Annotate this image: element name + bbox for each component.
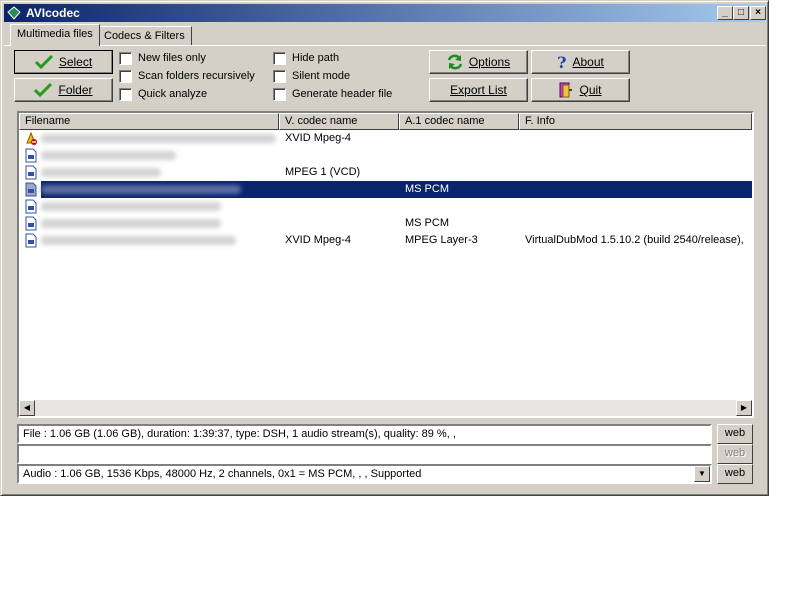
quit-label: Quit — [579, 83, 602, 97]
column-header-filename[interactable]: Filename — [19, 113, 279, 130]
column-header-info[interactable]: F. Info — [519, 113, 752, 130]
column-header-vcodec[interactable]: V. codec name — [279, 113, 399, 130]
minimize-button[interactable]: _ — [717, 6, 733, 20]
tab-multimedia-files[interactable]: Multimedia files — [10, 24, 100, 46]
blurred-filename — [41, 134, 276, 143]
list-body: XVID Mpeg-4 MPEG 1 (VCD) MS PCM MS PCM X… — [19, 130, 752, 400]
checkbox-box[interactable] — [119, 69, 132, 83]
list-header: Filename V. codec name A.1 codec name F.… — [19, 113, 752, 130]
horizontal-scrollbar[interactable]: ◀ ▶ — [19, 400, 752, 416]
checkbox-box[interactable] — [119, 87, 132, 101]
options-label: Options — [468, 55, 511, 69]
table-row[interactable]: MS PCM — [19, 215, 752, 232]
video-file-icon — [25, 148, 37, 163]
file-info-field[interactable]: File : 1.06 GB (1.06 GB), duration: 1:39… — [17, 424, 712, 444]
checkbox-quick-analyze[interactable]: Quick analyze — [119, 86, 207, 102]
audio-web-button[interactable]: web — [717, 464, 753, 484]
blurred-filename — [41, 219, 221, 228]
video-file-icon — [25, 165, 37, 180]
maximize-button[interactable]: □ — [733, 6, 749, 20]
scroll-left-icon[interactable]: ◀ — [19, 400, 35, 416]
checkbox-hide-path[interactable]: Hide path — [273, 50, 339, 66]
help-icon: ? — [557, 52, 567, 72]
video-file-icon — [25, 216, 37, 231]
vcodec-cell: XVID Mpeg-4 — [285, 132, 352, 144]
checkbox-label: Silent mode — [292, 70, 351, 82]
acodec-cell: MS PCM — [405, 183, 449, 195]
audio-info-text: Audio : 1.06 GB, 1536 Kbps, 48000 Hz, 2 … — [23, 468, 422, 480]
vcodec-cell: XVID Mpeg-4 — [285, 234, 352, 246]
about-label: About — [572, 55, 604, 69]
video-file-icon — [25, 199, 37, 214]
checkbox-box[interactable] — [119, 51, 132, 65]
column-header-acodec[interactable]: A.1 codec name — [399, 113, 519, 130]
video-file-icon — [25, 182, 37, 197]
export-label: Export List — [450, 83, 507, 97]
exit-door-icon — [559, 82, 573, 98]
blurred-filename — [41, 151, 176, 160]
acodec-cell: MS PCM — [405, 217, 449, 229]
blurred-filename — [41, 168, 161, 177]
app-icon — [7, 6, 21, 20]
video-info-field[interactable] — [17, 444, 712, 464]
tab-panel-border — [4, 45, 766, 46]
scroll-right-icon[interactable]: ▶ — [736, 400, 752, 416]
about-button[interactable]: ? About — [531, 50, 630, 74]
file-web-button[interactable]: web — [717, 424, 753, 444]
app-window: AVIcodec _ □ × Multimedia files Codecs &… — [0, 0, 769, 496]
checkbox-box[interactable] — [273, 87, 286, 101]
blurred-filename — [41, 202, 221, 211]
checkbox-label: Scan folders recursively — [138, 70, 255, 82]
checkbox-box[interactable] — [273, 69, 286, 83]
table-row[interactable] — [19, 147, 752, 164]
checkbox-box[interactable] — [273, 51, 286, 65]
folder-button[interactable]: Folder — [14, 78, 113, 102]
file-list[interactable]: Filename V. codec name A.1 codec name F.… — [17, 111, 754, 418]
table-row[interactable] — [19, 198, 752, 215]
checkbox-silent-mode[interactable]: Silent mode — [273, 68, 350, 84]
table-row-selected[interactable]: MS PCM — [19, 181, 752, 198]
close-button[interactable]: × — [750, 6, 766, 20]
table-row[interactable]: MPEG 1 (VCD) — [19, 164, 752, 181]
chevron-down-icon[interactable]: ▼ — [694, 466, 710, 482]
vcodec-cell: MPEG 1 (VCD) — [285, 166, 361, 178]
checkbox-label: New files only — [138, 52, 206, 64]
quit-button[interactable]: Quit — [531, 78, 630, 102]
checkbox-scan-recursively[interactable]: Scan folders recursively — [119, 68, 255, 84]
info-cell: VirtualDubMod 1.5.10.2 (build 2540/relea… — [525, 234, 744, 246]
window-title: AVIcodec — [26, 6, 80, 20]
audio-stream-select[interactable]: Audio : 1.06 GB, 1536 Kbps, 48000 Hz, 2 … — [17, 464, 712, 484]
blurred-filename — [41, 185, 241, 194]
title-bar[interactable]: AVIcodec _ □ × — [4, 4, 766, 22]
blurred-filename — [41, 236, 236, 245]
checkmark-icon — [34, 83, 53, 97]
options-button[interactable]: Options — [429, 50, 528, 74]
video-web-button[interactable]: web — [717, 444, 753, 464]
checkbox-generate-header[interactable]: Generate header file — [273, 86, 392, 102]
table-row[interactable]: XVID Mpeg-4 MPEG Layer-3 VirtualDubMod 1… — [19, 232, 752, 249]
warning-file-icon — [26, 131, 37, 145]
acodec-cell: MPEG Layer-3 — [405, 234, 478, 246]
checkbox-new-files-only[interactable]: New files only — [119, 50, 206, 66]
table-row[interactable]: XVID Mpeg-4 — [19, 130, 752, 147]
checkmark-icon — [34, 55, 53, 69]
video-file-icon — [25, 233, 37, 248]
refresh-icon — [447, 54, 463, 70]
tab-codecs-filters[interactable]: Codecs & Filters — [97, 26, 192, 46]
checkbox-label: Quick analyze — [138, 88, 208, 100]
select-label: Select — [58, 55, 93, 69]
export-list-button[interactable]: Export List — [429, 78, 528, 102]
checkbox-label: Generate header file — [292, 88, 393, 100]
select-button[interactable]: Select — [14, 50, 113, 74]
folder-label: Folder — [58, 83, 93, 97]
checkbox-label: Hide path — [292, 52, 340, 64]
